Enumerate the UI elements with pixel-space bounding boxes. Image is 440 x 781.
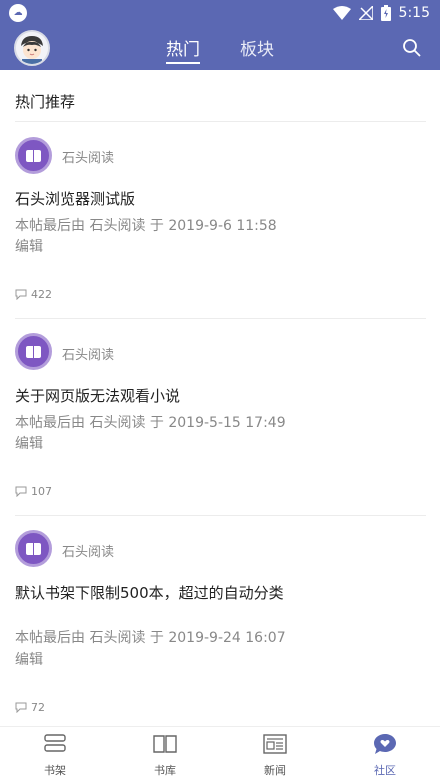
- divider: [15, 515, 426, 516]
- clock: 5:15: [398, 5, 430, 21]
- nav-label: 书架: [44, 764, 66, 777]
- comment-count[interactable]: 72: [15, 701, 45, 714]
- search-icon[interactable]: [402, 38, 422, 58]
- divider: [15, 121, 426, 122]
- newspaper-icon: [263, 734, 287, 754]
- post-edit-note: 编辑: [15, 436, 43, 452]
- nav-library[interactable]: 书库: [110, 727, 220, 781]
- nav-label: 社区: [374, 764, 396, 777]
- wifi-icon: [332, 6, 351, 20]
- comment-icon: [15, 702, 27, 713]
- nav-label: 新闻: [264, 764, 286, 777]
- author-name[interactable]: 石头阅读: [62, 541, 114, 560]
- book-open-icon: [153, 735, 177, 753]
- author-avatar[interactable]: [15, 137, 52, 174]
- comment-icon: [15, 289, 27, 300]
- tab-hot[interactable]: 热门: [166, 35, 200, 60]
- book-icon: [26, 346, 41, 358]
- post-meta: 本帖最后由 石头阅读 于 2019-9-6 11:58: [15, 218, 277, 234]
- avatar-face-icon: [16, 32, 48, 64]
- no-signal-icon: [358, 6, 373, 20]
- nav-label: 书库: [154, 764, 176, 777]
- author-avatar[interactable]: [15, 333, 52, 370]
- user-avatar[interactable]: [14, 30, 50, 66]
- active-tab-indicator: [166, 62, 200, 64]
- bookshelf-icon: [44, 734, 66, 752]
- section-title: 热门推荐: [15, 93, 76, 111]
- bottom-nav: 书架 书库 新闻 社区: [0, 726, 440, 781]
- comment-count-value: 422: [31, 288, 52, 301]
- post-title[interactable]: 默认书架下限制500本，超过的自动分类: [15, 583, 285, 603]
- status-bar: ☁ 5:15: [0, 0, 440, 26]
- comment-icon: [15, 486, 27, 497]
- post-title[interactable]: 关于网页版无法观看小说: [15, 386, 285, 406]
- post-edit-note: 编辑: [15, 239, 43, 255]
- post-meta: 本帖最后由 石头阅读 于 2019-5-15 17:49: [15, 415, 286, 431]
- post-edit-note: 编辑: [15, 652, 43, 668]
- top-bar: 热门 板块: [0, 26, 440, 70]
- cloud-app-icon: ☁: [9, 4, 27, 22]
- author-name[interactable]: 石头阅读: [62, 147, 114, 166]
- tab-board[interactable]: 板块: [240, 35, 274, 60]
- battery-icon: [380, 5, 391, 21]
- chat-heart-icon: [374, 734, 396, 754]
- book-icon: [26, 543, 41, 555]
- post-title[interactable]: 石头浏览器测试版: [15, 189, 285, 209]
- divider: [15, 318, 426, 319]
- nav-news[interactable]: 新闻: [220, 727, 330, 781]
- author-name[interactable]: 石头阅读: [62, 344, 114, 363]
- comment-count[interactable]: 107: [15, 485, 52, 498]
- book-icon: [26, 150, 41, 162]
- nav-bookshelf[interactable]: 书架: [0, 727, 110, 781]
- author-avatar[interactable]: [15, 530, 52, 567]
- post-meta: 本帖最后由 石头阅读 于 2019-9-24 16:07: [15, 630, 286, 646]
- nav-community[interactable]: 社区: [330, 727, 440, 781]
- comment-count-value: 72: [31, 701, 45, 714]
- comment-count[interactable]: 422: [15, 288, 52, 301]
- comment-count-value: 107: [31, 485, 52, 498]
- status-icons: 5:15: [332, 3, 430, 23]
